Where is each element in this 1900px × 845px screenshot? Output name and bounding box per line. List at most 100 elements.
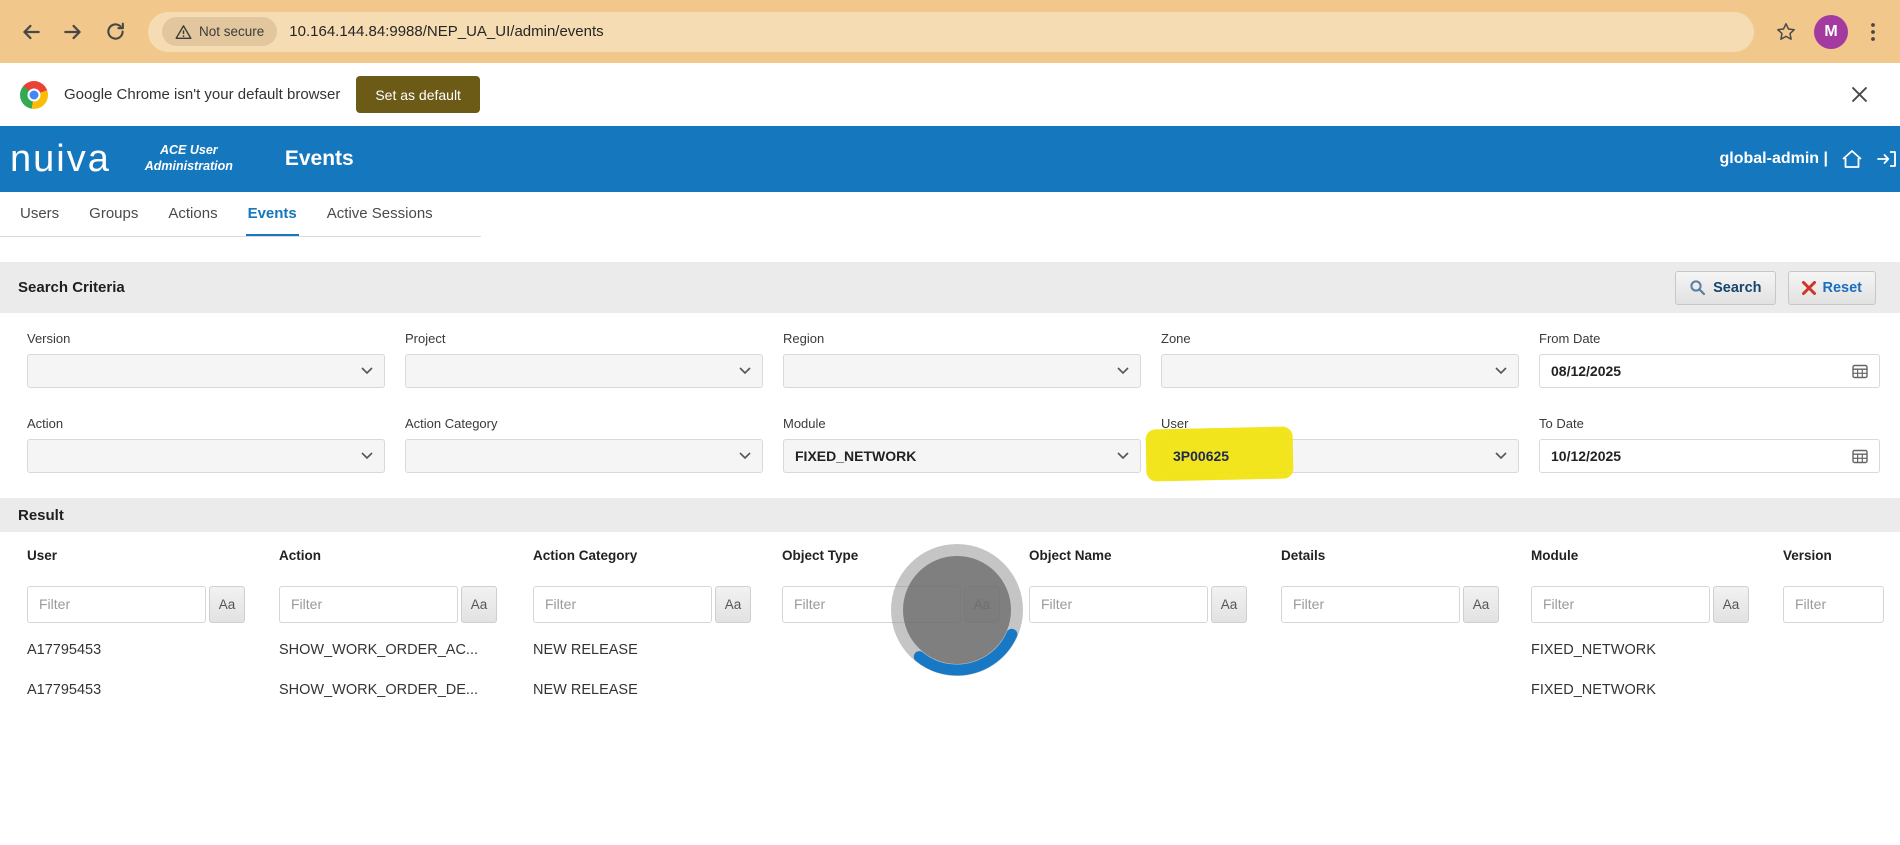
warning-triangle-icon: [175, 24, 192, 40]
filter-object-name: Aa: [1029, 586, 1281, 623]
chevron-down-icon: [361, 452, 373, 460]
region-dropdown[interactable]: [783, 354, 1141, 388]
bookmark-button[interactable]: [1768, 14, 1804, 50]
back-button[interactable]: [12, 13, 50, 51]
set-as-default-button[interactable]: Set as default: [356, 76, 480, 113]
col-object-name: Object Name: [1029, 548, 1281, 563]
tab-users[interactable]: Users: [18, 192, 61, 237]
tab-actions[interactable]: Actions: [166, 192, 219, 237]
logout-button[interactable]: [1876, 149, 1898, 169]
action-category-dropdown[interactable]: [405, 439, 763, 473]
filter-details-case-button[interactable]: Aa: [1463, 586, 1499, 623]
notification-close-button[interactable]: [1842, 78, 1876, 112]
cell-action-category: NEW RELEASE: [533, 682, 782, 698]
filter-details-input[interactable]: [1281, 586, 1460, 623]
close-icon: [1852, 87, 1867, 102]
module-value: FIXED_NETWORK: [795, 448, 1117, 464]
col-details: Details: [1281, 548, 1531, 563]
table-filter-row: Aa Aa Aa Aa Aa Aa Aa: [27, 578, 1900, 630]
filter-version: [1783, 586, 1900, 623]
filter-action-category-input[interactable]: [533, 586, 712, 623]
filter-user-input[interactable]: [27, 586, 206, 623]
col-action: Action: [279, 548, 533, 563]
user-dropdown[interactable]: 3P00625: [1161, 439, 1519, 473]
field-zone: Zone: [1161, 331, 1519, 388]
cell-user: A17795453: [27, 642, 279, 658]
header-right: global-admin |: [1720, 149, 1892, 169]
filter-object-type: Aa: [782, 586, 1029, 623]
filter-module: Aa: [1531, 586, 1783, 623]
tab-active-sessions[interactable]: Active Sessions: [325, 192, 435, 237]
not-secure-chip[interactable]: Not secure: [162, 17, 277, 46]
app-logo: nuiva: [10, 140, 111, 178]
filter-action-case-button[interactable]: Aa: [461, 586, 497, 623]
chevron-down-icon: [361, 367, 373, 375]
to-date-value: 10/12/2025: [1551, 448, 1852, 464]
filter-user: Aa: [27, 586, 279, 623]
back-arrow-icon: [20, 21, 42, 43]
search-button-label: Search: [1713, 280, 1761, 296]
from-date-input[interactable]: 08/12/2025: [1539, 354, 1880, 388]
chevron-down-icon: [1117, 367, 1129, 375]
app-header: nuiva ACE User Administration Events glo…: [0, 126, 1900, 192]
calendar-icon: [1852, 448, 1868, 464]
field-to-date: To Date 10/12/2025: [1539, 416, 1880, 473]
filter-object-name-input[interactable]: [1029, 586, 1208, 623]
filter-user-case-button[interactable]: Aa: [209, 586, 245, 623]
forward-arrow-icon: [62, 21, 84, 43]
tab-bar: Users Groups Actions Events Active Sessi…: [0, 192, 1900, 237]
table-row[interactable]: A17795453 SHOW_WORK_ORDER_DE... NEW RELE…: [27, 670, 1900, 710]
filter-object-type-case-button[interactable]: Aa: [964, 586, 1000, 623]
filter-action-category: Aa: [533, 586, 782, 623]
reload-button[interactable]: [96, 13, 134, 51]
filter-object-name-case-button[interactable]: Aa: [1211, 586, 1247, 623]
field-action: Action: [27, 416, 385, 473]
calendar-icon: [1852, 363, 1868, 379]
url-text: 10.164.144.84:9988/NEP_UA_UI/admin/event…: [289, 23, 603, 40]
table-row[interactable]: A17795453 SHOW_WORK_ORDER_AC... NEW RELE…: [27, 630, 1900, 670]
module-dropdown[interactable]: FIXED_NETWORK: [783, 439, 1141, 473]
field-version: Version: [27, 331, 385, 388]
not-secure-label: Not secure: [199, 24, 264, 39]
criteria-actions: Search Reset: [1675, 271, 1876, 305]
project-dropdown[interactable]: [405, 354, 763, 388]
avatar-letter: M: [1824, 23, 1837, 41]
zone-dropdown[interactable]: [1161, 354, 1519, 388]
filter-action-category-case-button[interactable]: Aa: [715, 586, 751, 623]
col-object-type: Object Type: [782, 548, 1029, 563]
home-button[interactable]: [1841, 149, 1863, 169]
chevron-down-icon: [739, 367, 751, 375]
action-dropdown[interactable]: [27, 439, 385, 473]
chevron-down-icon: [1117, 452, 1129, 460]
filter-object-type-input[interactable]: [782, 586, 961, 623]
home-icon: [1841, 149, 1863, 169]
reset-button-label: Reset: [1823, 280, 1863, 296]
col-version: Version: [1783, 548, 1900, 563]
filter-module-case-button[interactable]: Aa: [1713, 586, 1749, 623]
filter-action-input[interactable]: [279, 586, 458, 623]
red-x-icon: [1802, 281, 1816, 295]
search-form: Version Project Region Zone From Date 08…: [0, 313, 1900, 498]
cell-action-category: NEW RELEASE: [533, 642, 782, 658]
browser-menu-button[interactable]: [1858, 14, 1888, 50]
filter-action: Aa: [279, 586, 533, 623]
account-name: global-admin |: [1720, 150, 1828, 168]
from-date-label: From Date: [1539, 331, 1880, 346]
search-criteria-bar: Search Criteria Search Reset: [0, 262, 1900, 313]
search-criteria-title: Search Criteria: [18, 279, 125, 296]
forward-button[interactable]: [54, 13, 92, 51]
tab-groups[interactable]: Groups: [87, 192, 140, 237]
profile-avatar[interactable]: M: [1814, 15, 1848, 49]
version-dropdown[interactable]: [27, 354, 385, 388]
address-bar[interactable]: Not secure 10.164.144.84:9988/NEP_UA_UI/…: [148, 12, 1754, 52]
search-button[interactable]: Search: [1675, 271, 1775, 305]
cell-module: FIXED_NETWORK: [1531, 682, 1783, 698]
to-date-input[interactable]: 10/12/2025: [1539, 439, 1880, 473]
reset-button[interactable]: Reset: [1788, 271, 1877, 305]
chevron-down-icon: [1495, 367, 1507, 375]
cell-module: FIXED_NETWORK: [1531, 642, 1783, 658]
filter-version-input[interactable]: [1783, 586, 1884, 623]
filter-module-input[interactable]: [1531, 586, 1710, 623]
tab-events[interactable]: Events: [246, 192, 299, 237]
cell-action: SHOW_WORK_ORDER_DE...: [279, 682, 533, 698]
